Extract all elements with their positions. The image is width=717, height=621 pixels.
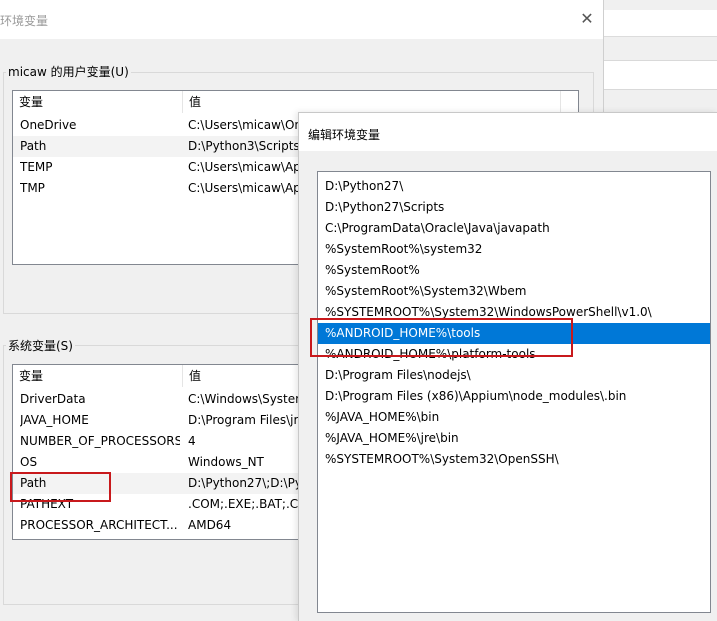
column-header-variable[interactable]: 变量: [13, 91, 183, 113]
background-toolbar: [603, 10, 717, 37]
path-entry[interactable]: D:\Program Files\nodejs\: [318, 365, 710, 386]
path-entry[interactable]: C:\ProgramData\Oracle\Java\javapath: [318, 218, 710, 239]
path-entry[interactable]: %SystemRoot%\system32: [318, 239, 710, 260]
edit-dialog-titlebar: 编辑环境变量: [299, 113, 717, 151]
path-entries-list[interactable]: D:\Python27\ D:\Python27\Scripts C:\Progra…: [317, 171, 711, 613]
edit-dialog-title: 编辑环境变量: [308, 128, 381, 142]
env-dialog-title: 环境变量: [0, 14, 49, 28]
user-list-header: 变量 值: [13, 91, 578, 113]
env-dialog-titlebar: 环境变量 ✕: [0, 0, 603, 39]
edit-environment-variable-dialog: 编辑环境变量 D:\Python27\ D:\Python27\Scripts C:…: [298, 112, 717, 621]
user-variables-label: micaw 的用户变量(U): [6, 63, 131, 80]
path-entry-selected[interactable]: %ANDROID_HOME%\tools: [318, 323, 710, 344]
path-entry[interactable]: %SystemRoot%: [318, 260, 710, 281]
path-entry[interactable]: %ANDROID_HOME%\platform-tools: [318, 344, 710, 365]
column-header-variable[interactable]: 变量: [13, 365, 183, 387]
close-icon[interactable]: ✕: [578, 10, 596, 28]
background-address-bar: [603, 60, 717, 90]
column-header-value[interactable]: 值: [183, 91, 563, 113]
path-entry[interactable]: D:\Program Files (x86)\Appium\node_modul…: [318, 386, 710, 407]
path-entry[interactable]: %JAVA_HOME%\bin: [318, 407, 710, 428]
path-entry[interactable]: %SystemRoot%\System32\Wbem: [318, 281, 710, 302]
path-entry[interactable]: D:\Python27\: [318, 176, 710, 197]
path-entry[interactable]: %JAVA_HOME%\jre\bin: [318, 428, 710, 449]
path-entry[interactable]: D:\Python27\Scripts: [318, 197, 710, 218]
system-variables-label: 系统变量(S): [6, 337, 75, 354]
path-entry[interactable]: %SYSTEMROOT%\System32\OpenSSH\: [318, 449, 710, 470]
path-entry[interactable]: %SYSTEMROOT%\System32\WindowsPowerShell\…: [318, 302, 710, 323]
